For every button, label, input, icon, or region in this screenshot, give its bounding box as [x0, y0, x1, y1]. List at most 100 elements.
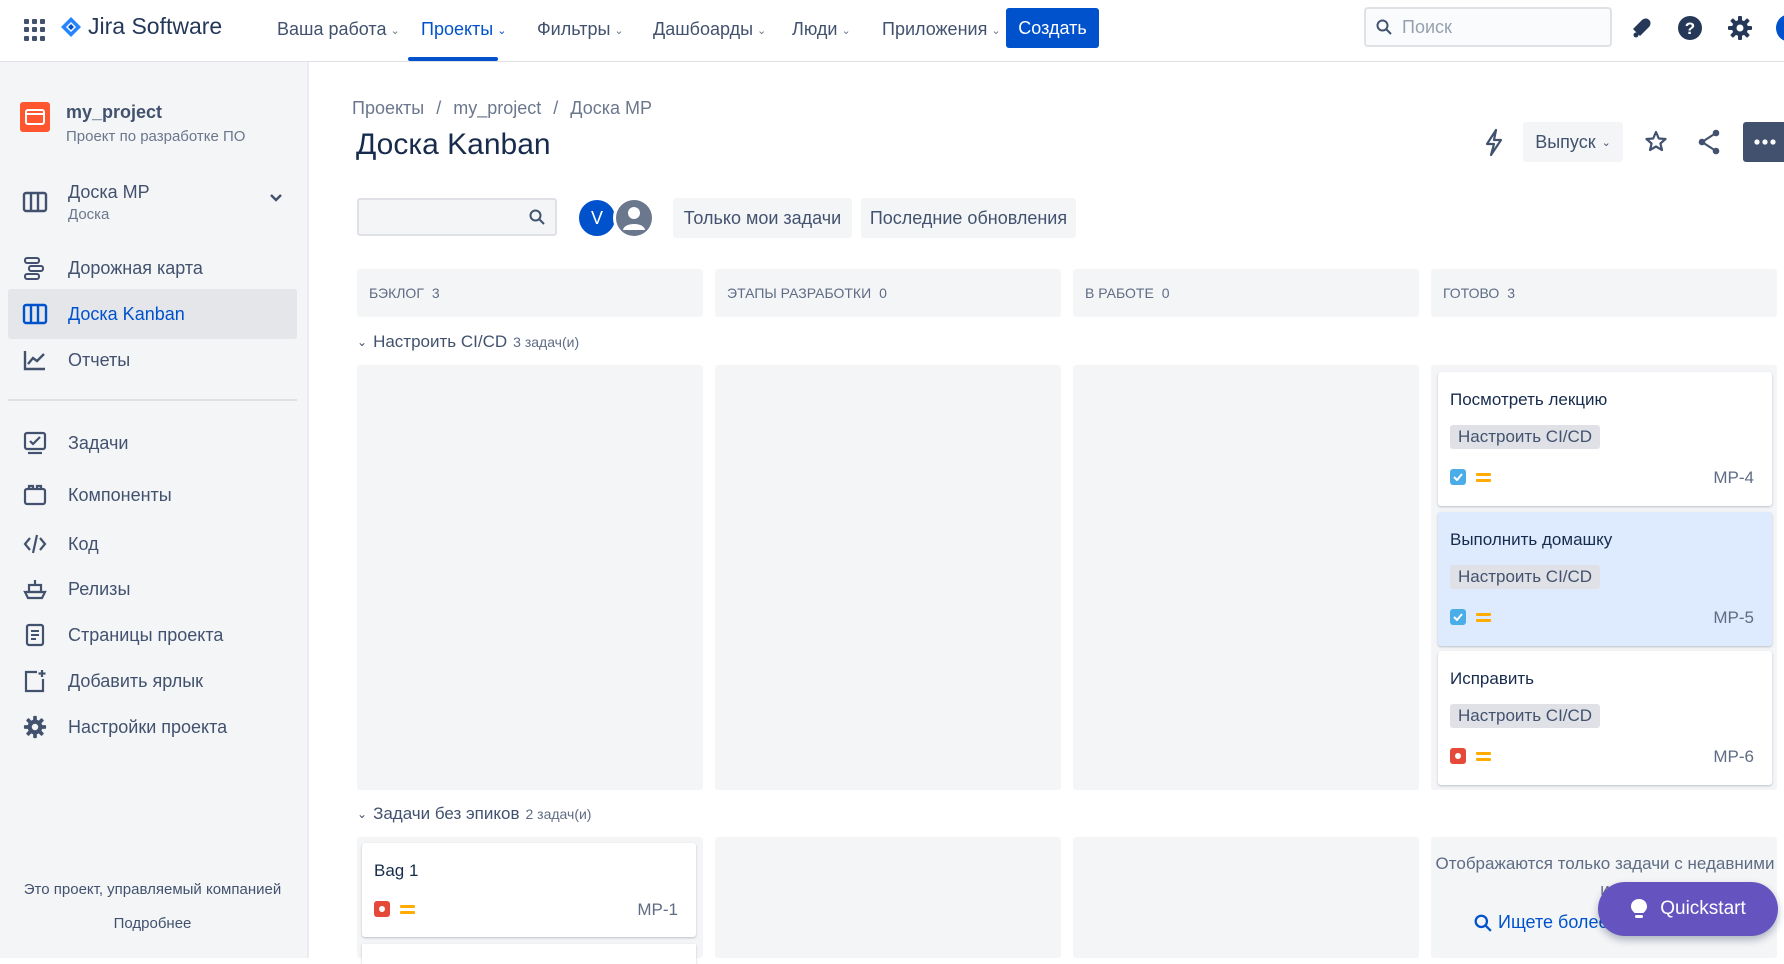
notifications-icon[interactable] — [1627, 14, 1655, 42]
sidebar-item-reports[interactable]: Отчеты — [8, 335, 297, 385]
project-header[interactable]: my_project Проект по разработке ПО — [20, 102, 245, 145]
sidebar-item-code[interactable]: Код — [8, 519, 297, 569]
cell-in-progress-no-epic — [1073, 837, 1419, 958]
issue-card-partial[interactable] — [362, 944, 696, 964]
nav-projects[interactable]: Проекты ⌄ — [421, 19, 506, 40]
issue-key[interactable]: MP-5 — [1713, 608, 1754, 628]
nav-label: Приложения — [882, 19, 988, 39]
avatar-filter-unassigned[interactable] — [613, 197, 655, 239]
code-icon — [22, 531, 48, 557]
board-selector-sub: Доска — [68, 205, 110, 223]
automation-icon[interactable] — [1481, 122, 1507, 167]
sidebar-item-project-settings[interactable]: Настройки проекта — [8, 702, 297, 752]
cell-stages-cicd — [715, 365, 1061, 790]
breadcrumb-board[interactable]: Доска МР — [570, 98, 652, 119]
chevron-down-icon — [269, 190, 283, 208]
nav-dashboards[interactable]: Дашбоарды ⌄ — [653, 19, 766, 40]
release-button[interactable]: Выпуск ⌄ — [1523, 122, 1623, 162]
share-icon[interactable] — [1696, 122, 1722, 167]
chevron-down-icon: ⌄ — [991, 25, 1001, 37]
issue-card[interactable]: Посмотреть лекцию Настроить CI/CD MP-4 — [1438, 372, 1772, 506]
column-count: 3 — [431, 285, 440, 301]
sidebar-item-components[interactable]: Компоненты — [8, 470, 297, 520]
breadcrumb-project[interactable]: my_project — [453, 98, 541, 119]
column-name: Готово — [1443, 285, 1500, 301]
quickstart-button[interactable]: Quickstart — [1598, 882, 1778, 936]
svg-text:?: ? — [1685, 19, 1695, 38]
sidebar-item-add-shortcut[interactable]: Добавить ярлык — [8, 656, 297, 706]
nav-apps[interactable]: Приложения ⌄ — [882, 19, 1001, 40]
board-selector[interactable]: Доска МР Доска — [8, 172, 297, 232]
column-name: Бэклог — [369, 285, 424, 301]
filter-recently-updated[interactable]: Последние обновления — [861, 198, 1076, 238]
chevron-down-icon: ⌄ — [757, 25, 767, 37]
project-name: my_project — [66, 102, 163, 122]
issue-title: Исправить — [1450, 669, 1535, 688]
column-count: 0 — [1161, 285, 1170, 301]
settings-gear-icon[interactable] — [1726, 14, 1754, 42]
issue-card[interactable]: Исправить Настроить CI/CD MP-6 — [1438, 651, 1772, 785]
sidebar-item-project-pages[interactable]: Страницы проекта — [8, 610, 297, 660]
issue-card[interactable]: Bag 1 MP-1 — [362, 843, 696, 937]
cell-backlog-cicd — [357, 365, 703, 790]
cell-in-progress-cicd — [1073, 365, 1419, 790]
column-header-in-progress: В работе 0 — [1073, 269, 1419, 317]
filter-only-my-issues[interactable]: Только мои задачи — [673, 198, 852, 238]
project-avatar — [20, 102, 50, 132]
column-header-done: Готово 3 — [1431, 269, 1777, 317]
breadcrumb: Проекты / my_project / Доска МР — [352, 98, 652, 119]
issue-card-selected[interactable]: Выполнить домашку Настроить CI/CD MP-5 — [1438, 512, 1772, 646]
search-icon — [1474, 914, 1492, 932]
swimlane-header-cicd[interactable]: ⌄ Настроить CI/CD 3 задач(и) — [357, 332, 579, 352]
user-avatar[interactable] — [1776, 14, 1784, 42]
help-icon[interactable]: ? — [1676, 14, 1704, 42]
sidebar-item-label: Задачи — [68, 432, 129, 453]
quickstart-label: Quickstart — [1660, 898, 1746, 919]
board-search-input[interactable] — [357, 198, 557, 236]
priority-medium-icon — [1476, 751, 1491, 761]
avatar-filter-v[interactable]: V — [577, 198, 617, 238]
issue-key[interactable]: MP-1 — [637, 900, 678, 920]
jira-logo[interactable]: Jira Software — [60, 13, 222, 40]
sidebar-item-label: Компоненты — [68, 484, 172, 505]
issue-key[interactable]: MP-4 — [1713, 468, 1754, 488]
epic-lozenge: Настроить CI/CD — [1450, 425, 1601, 449]
star-icon[interactable] — [1643, 122, 1669, 167]
create-button[interactable]: Создать — [1006, 8, 1099, 48]
sidebar-item-releases[interactable]: Релизы — [8, 564, 297, 614]
sidebar-item-roadmap[interactable]: Дорожная карта — [8, 243, 297, 293]
brand-name: Jira Software — [88, 13, 223, 39]
more-actions-button[interactable] — [1743, 122, 1784, 162]
breadcrumb-projects[interactable]: Проекты — [352, 98, 424, 119]
nav-people[interactable]: Люди ⌄ — [792, 19, 851, 40]
unassigned-user-icon — [616, 200, 652, 236]
page-title: Доска Kanban — [356, 128, 551, 161]
issue-key[interactable]: MP-6 — [1713, 747, 1754, 767]
nav-your-work[interactable]: Ваша работа ⌄ — [277, 19, 400, 40]
cell-stages-no-epic — [715, 837, 1061, 958]
swimlane-header-no-epic[interactable]: ⌄ Задачи без эпиков 2 задач(и) — [357, 804, 591, 824]
sidebar-item-kanban-board[interactable]: Доска Kanban — [8, 289, 297, 339]
sidebar-item-label: Дорожная карта — [68, 257, 203, 278]
search-older-issues-link[interactable]: Ищете более — [1474, 912, 1608, 933]
global-search-input[interactable]: Поиск — [1364, 7, 1612, 47]
priority-medium-icon — [400, 904, 415, 914]
jira-diamond-icon — [61, 16, 81, 37]
nav-label: Ваша работа — [277, 19, 387, 39]
project-sidebar: my_project Проект по разработке ПО Доска… — [0, 62, 309, 958]
sidebar-item-issues[interactable]: Задачи — [8, 418, 297, 468]
column-header-stages: Этапы разработки 0 — [715, 269, 1061, 317]
learn-more-link[interactable]: Подробнее — [0, 915, 305, 932]
column-name: В работе — [1085, 285, 1154, 301]
more-icon — [1754, 139, 1776, 145]
board-selector-label: Доска МР — [68, 181, 150, 202]
breadcrumb-separator: / — [553, 98, 559, 118]
roadmap-icon — [22, 255, 48, 281]
nav-label: Люди — [792, 19, 838, 39]
issues-icon — [22, 430, 48, 456]
sidebar-item-label: Код — [68, 533, 99, 554]
app-switcher-icon[interactable] — [24, 19, 46, 41]
lightbulb-icon — [1631, 899, 1648, 918]
settings-icon — [22, 714, 48, 740]
nav-filters[interactable]: Фильтры ⌄ — [537, 19, 624, 40]
